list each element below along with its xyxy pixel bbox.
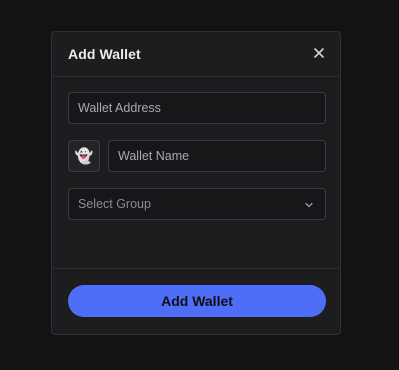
modal-title: Add Wallet: [68, 46, 141, 62]
modal-header: Add Wallet: [52, 32, 340, 77]
emoji-picker-button[interactable]: 👻: [68, 140, 100, 172]
add-wallet-modal: Add Wallet 👻 Select Group Add Wallet: [51, 31, 341, 335]
wallet-name-input[interactable]: [109, 141, 325, 171]
add-wallet-button[interactable]: Add Wallet: [68, 285, 326, 317]
select-group-placeholder: Select Group: [78, 197, 151, 211]
footer-divider: [52, 268, 340, 269]
select-group-dropdown[interactable]: Select Group: [68, 188, 326, 220]
close-icon: [314, 48, 324, 58]
ghost-icon: 👻: [74, 147, 94, 165]
wallet-address-field[interactable]: [68, 92, 326, 124]
wallet-address-input[interactable]: [69, 93, 325, 123]
chevron-down-icon: [305, 202, 313, 208]
wallet-name-field[interactable]: [108, 140, 326, 172]
close-button[interactable]: [312, 46, 326, 60]
